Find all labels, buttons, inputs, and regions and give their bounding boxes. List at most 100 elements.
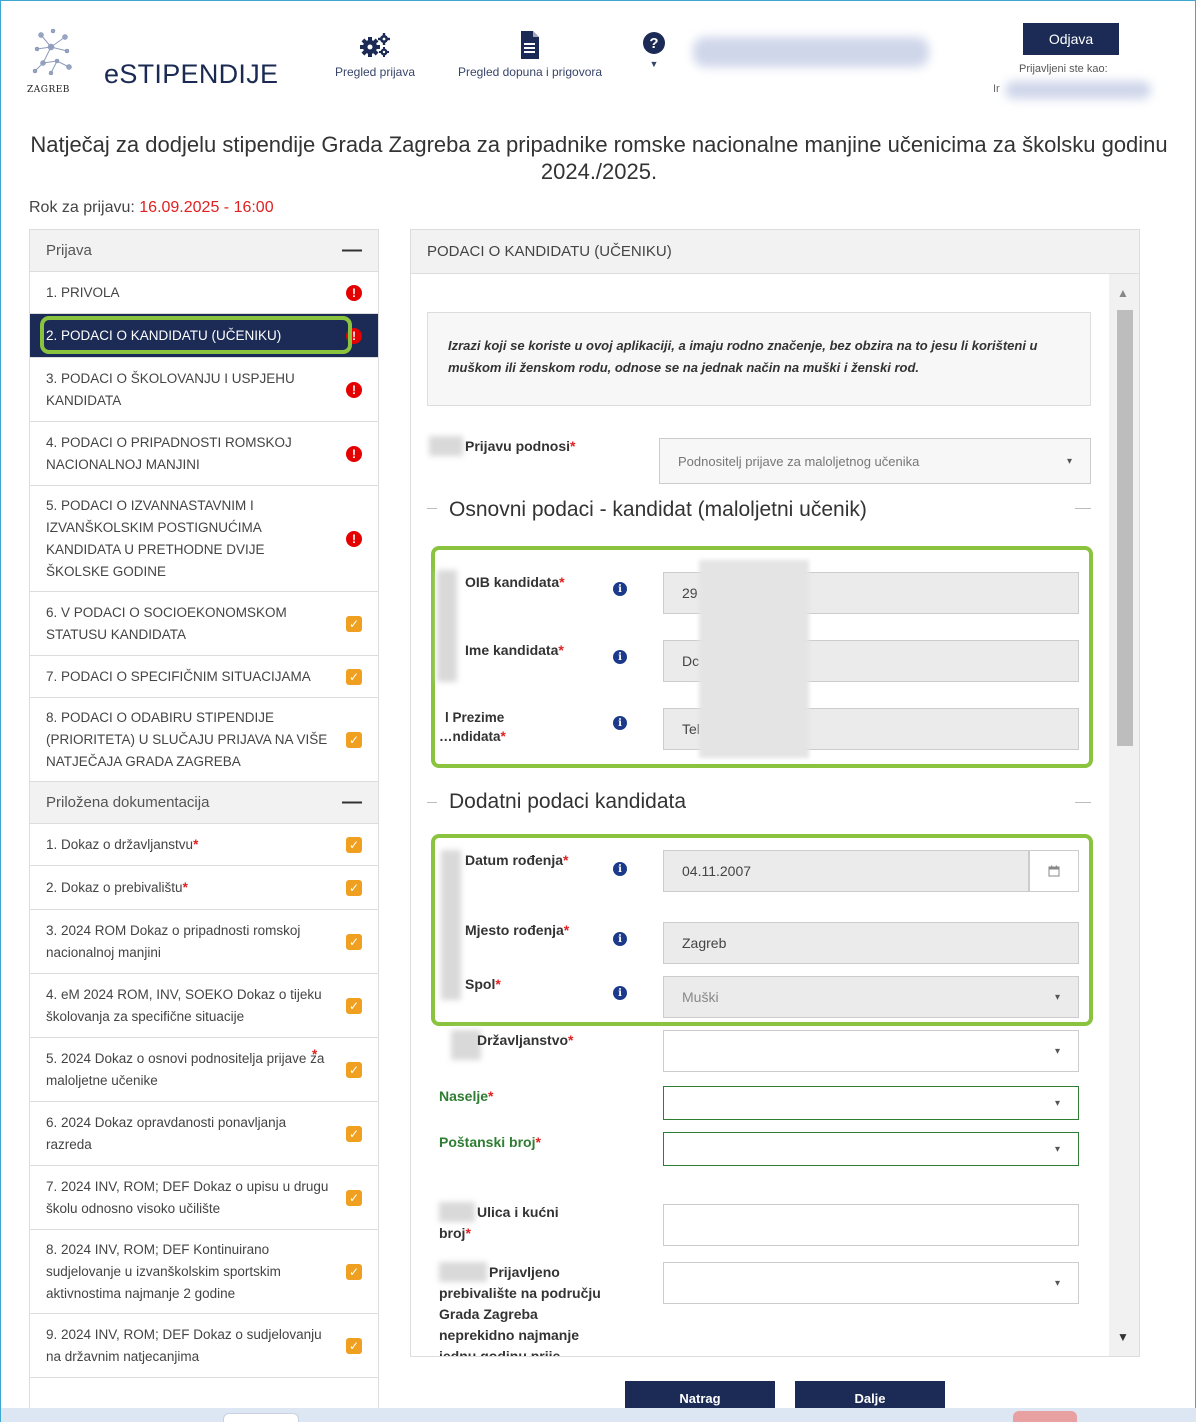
prijavu-podnosi-label: Prijavu podnosi* [465,438,576,454]
logged-in-label: Prijavljeni ste kao: [1019,63,1108,75]
ime-label: Ime kandidata* [465,642,564,658]
redacted-label-prefix [441,850,461,1000]
taskbar-item[interactable] [1013,1411,1077,1422]
doc-item-romska[interactable]: 3. 2024 ROM Dokaz o pripadnosti romskoj … [30,910,378,974]
scroll-down-icon[interactable]: ▼ [1117,1330,1129,1344]
check-icon: ✓ [346,933,362,950]
nav-pregled-dopuna[interactable]: Pregled dopuna i prigovora [447,31,613,79]
prebivaliste-select[interactable] [663,1262,1079,1304]
prezime-label: l Prezime …ndidata* [439,710,506,744]
nav-help-dropdown[interactable]: ? ▼ [639,31,669,69]
scrollbar[interactable]: ▲ ▼ [1109,274,1139,1356]
help-icon: ? [643,32,665,54]
info-icon[interactable]: i [613,986,627,1000]
sidebar-item-skolovanje[interactable]: 3. PODACI O ŠKOLOVANJU I USPJEHU KANDIDA… [30,358,378,422]
postanski-broj-select[interactable] [663,1132,1079,1166]
postanski-broj-label: Poštanski broj* [439,1134,541,1150]
logout-button[interactable]: Odjava [1023,23,1119,55]
sidebar-item-label: 7. PODACI O SPECIFIČNIM SITUACIJAMA [46,668,311,684]
prijavu-podnosi-select[interactable]: Podnositelj prijave za maloljetnog učeni… [659,438,1091,484]
required-marker: * [193,836,199,852]
nav-pregled-prijava[interactable]: Pregled prijava [329,31,421,79]
info-icon[interactable]: i [613,650,627,664]
gender-notice: Izrazi koji se koriste u ovoj aplikaciji… [427,312,1091,406]
info-icon[interactable]: i [613,716,627,730]
sidebar-item-specificne[interactable]: 7. PODACI O SPECIFIČNIM SITUACIJAMA ✓ [30,656,378,698]
error-icon: ! [346,381,362,398]
logged-in-user-redacted [1005,81,1151,99]
sidebar-item-label: 5. PODACI O IZVANNASTAVNIM I IZVANŠKOLSK… [46,497,265,579]
drzavljanstvo-select[interactable] [663,1030,1079,1072]
nav-pregled-prijava-label: Pregled prijava [334,65,416,79]
user-info-redacted [693,37,929,67]
doc-item-label: 9. 2024 INV, ROM; DEF Dokaz o sudjelovan… [46,1326,322,1364]
naselje-select[interactable] [663,1086,1079,1120]
check-icon: ✓ [346,1061,362,1078]
sidebar-item-label: 6. V PODACI O SOCIOEKONOMSKOM STATUSU KA… [46,604,287,642]
check-icon: ✓ [346,879,362,896]
taskbar-item[interactable] [223,1413,299,1422]
mjesto-rodenja-label: Mjesto rođenja* [465,922,570,938]
collapse-icon[interactable]: — [342,791,362,814]
doc-item-prebivaliste[interactable]: 2. Dokaz o prebivalištu* ✓ [30,866,378,910]
sidebar-item-label: 8. PODACI O ODABIRU STIPENDIJE (PRIORITE… [46,709,328,769]
sidebar: Prijava — 1. PRIVOLA ! 2. PODACI O KANDI… [29,229,379,1422]
info-icon[interactable]: i [613,862,627,876]
fieldset-line [1075,508,1091,509]
fieldset-line [1075,802,1091,803]
sidebar-item-romska-manjina[interactable]: 4. PODACI O PRIPADNOSTI ROMSKOJ NACIONAL… [30,422,378,486]
app-brand-title[interactable]: eSTIPENDIJE [104,59,278,90]
mjesto-rodenja-input[interactable]: Zagreb [663,922,1079,964]
datum-rodenja-label: Datum rođenja* [465,852,569,868]
fieldset-line [427,508,437,509]
collapse-icon[interactable]: — [342,239,362,262]
doc-item-upis[interactable]: 7. 2024 INV, ROM; DEF Dokaz o upisu u dr… [30,1166,378,1230]
section-osnovni-podaci: Osnovni podaci - kandidat (maloljetni uč… [449,498,867,521]
doc-item-label: 1. Dokaz o državljanstvu [46,836,194,852]
spol-select[interactable]: Muški [663,976,1079,1018]
calendar-icon [1048,865,1060,877]
highlight-box [40,316,352,354]
chevron-down-icon: ▼ [649,59,659,69]
sidebar-section-dokumentacija[interactable]: Priložena dokumentacija — [30,782,378,824]
doc-item-podnositelj[interactable]: 5. 2024 Dokaz o osnovi podnositelja prij… [30,1038,378,1102]
fieldset-line [427,802,437,803]
check-icon: ✓ [346,1263,362,1280]
drzavljanstvo-label: Državljanstvo* [477,1032,574,1048]
main-panel: PODACI O KANDIDATU (UČENIKU) Izrazi koji… [410,229,1140,1357]
check-icon: ✓ [346,1125,362,1142]
doc-item-natjecanja[interactable]: 9. 2024 INV, ROM; DEF Dokaz o sudjelovan… [30,1314,378,1378]
prebivaliste-label: Prijavljeno prebivalište na području Gra… [439,1264,601,1357]
sidebar-item-postignuca[interactable]: 5. PODACI O IZVANNASTAVNIM I IZVANŠKOLSK… [30,486,378,592]
zagreb-logo-icon [32,28,72,76]
info-icon[interactable]: i [613,582,627,596]
sidebar-item-socioekonomski[interactable]: 6. V PODACI O SOCIOEKONOMSKOM STATUSU KA… [30,592,378,656]
zagreb-logo[interactable]: ZAGREB [27,25,83,105]
sidebar-item-prioriteti[interactable]: 8. PODACI O ODABIRU STIPENDIJE (PRIORITE… [30,698,378,782]
doc-item-ponavljanje[interactable]: 6. 2024 Dokaz opravdanosti ponavljanja r… [30,1102,378,1166]
sidebar-item-label: 4. PODACI O PRIPADNOSTI ROMSKOJ NACIONAL… [46,434,292,472]
doc-item-label: 8. 2024 INV, ROM; DEF Kontinuirano sudje… [46,1241,281,1301]
datum-rodenja-input[interactable]: 04.11.2007 [663,850,1029,892]
doc-item-sport[interactable]: 8. 2024 INV, ROM; DEF Kontinuirano sudje… [30,1230,378,1314]
check-icon: ✓ [346,836,362,853]
doc-item-label: 4. eM 2024 ROM, INV, SOEKO Dokaz o tijek… [46,986,322,1024]
scroll-thumb[interactable] [1117,310,1133,746]
scroll-up-icon[interactable]: ▲ [1117,286,1129,300]
required-marker: * [182,879,188,895]
doc-item-label: 5. 2024 Dokaz o osnovi podnositelja prij… [46,1050,325,1088]
app-header: ZAGREB eSTIPENDIJE Pregled prijava Pregl… [1,1,1195,111]
oib-label: OIB kandidata* [465,574,565,590]
ulica-label: Ulica i kućni broj* [439,1204,559,1241]
sidebar-item-podaci-kandidat[interactable]: 2. PODACI O KANDIDATU (UČENIKU) ! [30,314,378,358]
sidebar-item-privola[interactable]: 1. PRIVOLA ! [30,272,378,314]
doc-item-label: 3. 2024 ROM Dokaz o pripadnosti romskoj … [46,922,301,960]
ulica-input[interactable] [663,1204,1079,1246]
calendar-button[interactable] [1029,850,1079,892]
deadline-value: 16.09.2025 - 16:00 [139,199,274,216]
doc-item-drzavljanstvo[interactable]: 1. Dokaz o državljanstvu* ✓ [30,824,378,866]
doc-item-tijek-skolovanja[interactable]: 4. eM 2024 ROM, INV, SOEKO Dokaz o tijek… [30,974,378,1038]
check-icon: ✓ [346,997,362,1014]
sidebar-section-prijava[interactable]: Prijava — [30,230,378,272]
info-icon[interactable]: i [613,932,627,946]
